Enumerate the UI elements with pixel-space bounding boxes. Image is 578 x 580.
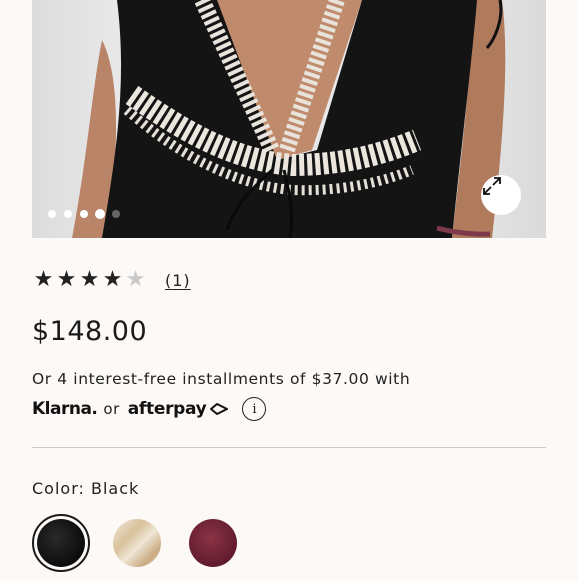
product-image[interactable] [32, 0, 546, 238]
swatch-black-image [37, 519, 85, 567]
swatch-black[interactable] [32, 514, 90, 572]
product-price: $148.00 [32, 316, 148, 347]
review-count-link[interactable]: (1) [165, 271, 191, 290]
product-photo [72, 0, 506, 238]
expand-arrows-icon [483, 177, 501, 195]
star-empty-icon: ★ [125, 267, 146, 292]
expand-image-button[interactable] [481, 175, 521, 215]
afterpay-arrows-icon [210, 403, 229, 415]
or-label: or [103, 400, 120, 418]
star-filled-icon: ★ [56, 267, 77, 292]
swatch-cream[interactable] [108, 514, 166, 572]
carousel-dot[interactable] [80, 210, 88, 218]
klarna-logo[interactable]: Klarna. [32, 399, 98, 419]
color-label: Color: Black [32, 479, 140, 498]
star-filled-icon: ★ [79, 267, 100, 292]
carousel-dot[interactable] [64, 210, 72, 218]
carousel-dot[interactable] [112, 210, 120, 218]
swatch-wine-image [189, 519, 237, 567]
info-icon[interactable]: i [242, 397, 267, 421]
star-filled-icon: ★ [102, 267, 123, 292]
carousel-dot[interactable] [48, 210, 56, 218]
section-divider [32, 447, 546, 448]
product-rating[interactable]: ★ ★ ★ ★ ★ (1) [32, 268, 191, 292]
carousel-dots [48, 210, 120, 218]
star-filled-icon: ★ [33, 267, 54, 292]
installments-text: Or 4 interest-free installments of $37.0… [32, 370, 411, 388]
product-detail-page: ★ ★ ★ ★ ★ (1) $148.00 Or 4 interest-free… [0, 0, 578, 580]
swatch-wine[interactable] [184, 514, 242, 572]
carousel-dot-active[interactable] [96, 210, 104, 218]
star-rating: ★ ★ ★ ★ ★ [32, 268, 147, 292]
payment-providers: Klarna. or afterpay i [32, 397, 267, 421]
swatch-cream-image [113, 519, 161, 567]
afterpay-label: afterpay [127, 399, 207, 419]
afterpay-logo[interactable]: afterpay [128, 399, 231, 419]
color-swatches [32, 514, 242, 572]
